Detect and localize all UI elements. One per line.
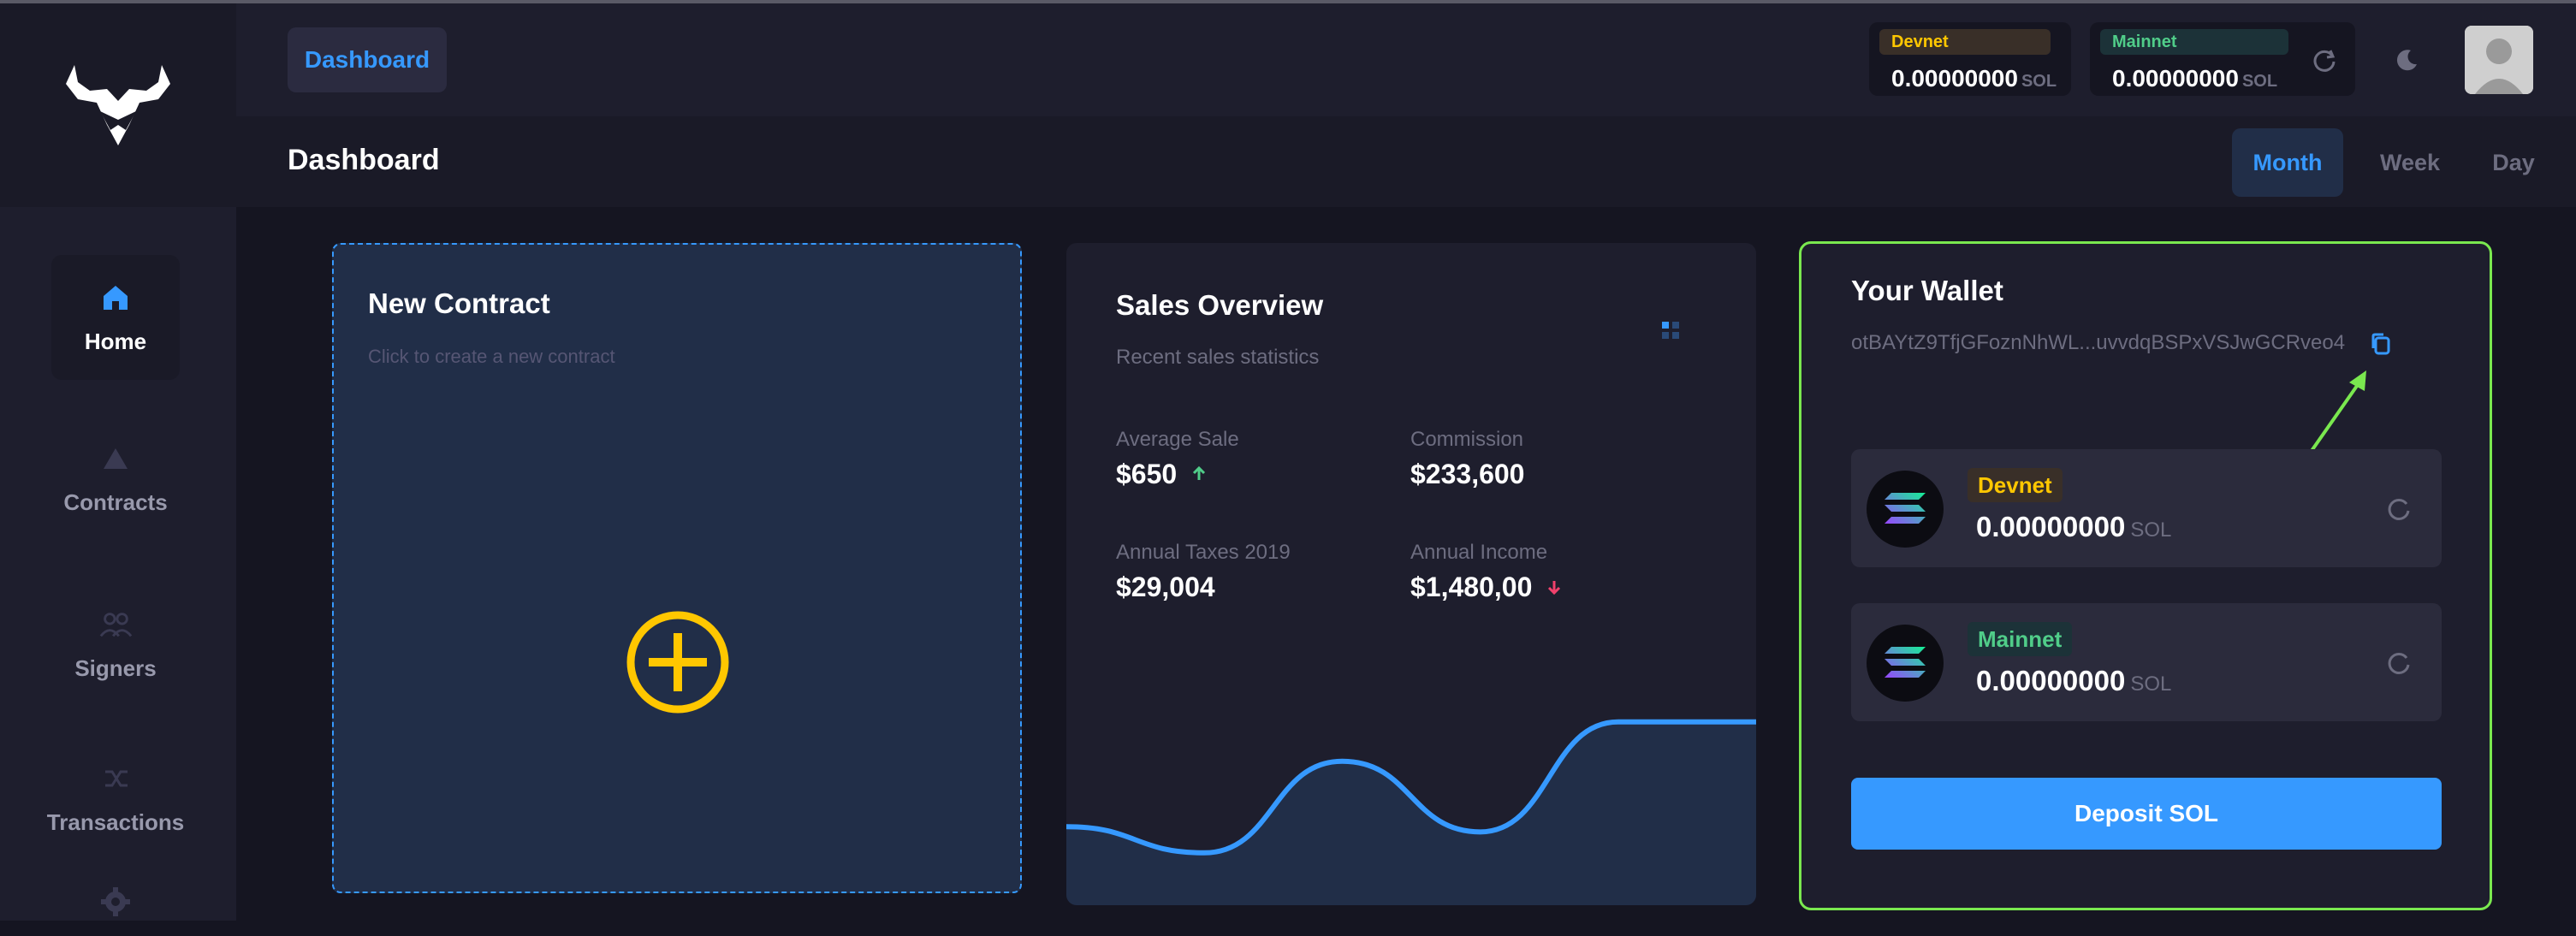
wallet-devnet-value: 0.00000000	[1976, 511, 2126, 542]
bull-logo-icon	[66, 65, 170, 145]
devnet-balance-value: 0.00000000	[1891, 65, 2018, 92]
refresh-icon[interactable]	[2309, 44, 2340, 75]
sidebar-item-signers[interactable]: Signers	[51, 582, 180, 707]
triangle-icon	[98, 441, 133, 476]
dashboard-breadcrumb-button[interactable]: Dashboard	[288, 27, 447, 92]
sidebar-item-label: Signers	[74, 655, 157, 681]
solana-icon	[1867, 625, 1944, 702]
stat-value: $233,600	[1410, 459, 1525, 489]
devnet-balance-box: Devnet 0.00000000 SOL	[1869, 22, 2071, 96]
copy-icon[interactable]	[2368, 331, 2394, 361]
gear-icon	[98, 885, 133, 919]
stat-value: $29,004	[1116, 572, 1215, 602]
solana-icon	[1867, 471, 1944, 548]
new-contract-card[interactable]: New Contract Click to create a new contr…	[332, 243, 1022, 893]
page-toolbar: Dashboard Month Week Day	[236, 116, 2576, 207]
devnet-balance: 0.00000000 SOL	[1891, 65, 2057, 92]
arrow-down-icon	[1548, 581, 1561, 595]
top-header: Dashboard Devnet 0.00000000 SOL Mainnet 0…	[236, 3, 2576, 116]
stat-label: Annual Taxes 2019	[1116, 541, 1291, 564]
wallet-devnet-row: Devnet 0.00000000 SOL	[1851, 449, 2442, 567]
plus-circle-icon[interactable]	[625, 609, 731, 715]
user-avatar-icon	[2465, 26, 2533, 94]
grid-menu-icon[interactable]	[1660, 320, 1681, 345]
wallet-title: Your Wallet	[1851, 275, 2003, 306]
sales-overview-card: Sales Overview Recent sales statistics A…	[1066, 243, 1756, 905]
new-contract-title: New Contract	[368, 287, 550, 319]
sidebar-item-transactions[interactable]: Transactions	[47, 736, 184, 861]
sidebar-item-home[interactable]: Home	[51, 255, 180, 380]
sales-chart-area	[1066, 721, 1756, 905]
stat-label: Annual Income	[1410, 541, 1548, 564]
wallet-mainnet-row: Mainnet 0.00000000 SOL	[1851, 603, 2442, 721]
sales-overview-title: Sales Overview	[1116, 289, 1324, 321]
sales-overview-subtitle: Recent sales statistics	[1116, 346, 1320, 369]
mainnet-balance-unit: SOL	[2241, 72, 2278, 91]
avatar[interactable]	[2465, 26, 2533, 94]
mainnet-badge: Mainnet	[2100, 29, 2288, 55]
stat-value: $650	[1116, 459, 1208, 490]
mainnet-balance: 0.00000000 SOL	[2112, 65, 2277, 92]
tab-month[interactable]: Month	[2232, 128, 2343, 197]
new-contract-subtitle: Click to create a new contract	[368, 346, 615, 367]
wallet-devnet-badge: Devnet	[1968, 468, 2063, 502]
mainnet-balance-value: 0.00000000	[2112, 65, 2239, 92]
arrow-up-icon	[1193, 465, 1206, 480]
moon-icon[interactable]	[2391, 44, 2422, 75]
sidebar: Home Contracts Signers Transactions	[0, 3, 236, 921]
wallet-mainnet-unit: SOL	[2130, 672, 2172, 696]
stat-label: Commission	[1410, 428, 1524, 451]
tab-week[interactable]: Week	[2359, 128, 2461, 197]
shuffle-icon	[98, 761, 133, 796]
stat-label: Average Sale	[1116, 428, 1239, 451]
wallet-mainnet-badge: Mainnet	[1968, 622, 2073, 656]
stat-value-text: $1,480,00	[1410, 572, 1533, 602]
deposit-sol-button[interactable]: Deposit SOL	[1851, 778, 2442, 850]
sidebar-item-contracts[interactable]: Contracts	[51, 416, 180, 541]
wallet-devnet-balance: 0.00000000 SOL	[1976, 511, 2171, 543]
stat-value-text: $650	[1116, 459, 1178, 489]
wallet-mainnet-value: 0.00000000	[1976, 665, 2126, 696]
mainnet-balance-box: Mainnet 0.00000000 SOL	[2090, 22, 2355, 96]
wallet-mainnet-balance: 0.00000000 SOL	[1976, 665, 2171, 697]
page-title: Dashboard	[288, 144, 440, 176]
sidebar-item-label: Contracts	[63, 489, 168, 515]
tab-day[interactable]: Day	[2466, 128, 2561, 197]
home-icon	[98, 281, 133, 315]
sidebar-item-label: Transactions	[46, 809, 185, 835]
wallet-devnet-unit: SOL	[2130, 518, 2172, 542]
refresh-icon[interactable]	[2385, 649, 2413, 677]
logo[interactable]	[0, 3, 236, 207]
devnet-balance-unit: SOL	[2021, 72, 2057, 91]
devnet-badge: Devnet	[1879, 29, 2051, 55]
refresh-icon[interactable]	[2385, 495, 2413, 523]
stat-value: $1,480,00	[1410, 572, 1564, 603]
wallet-address: otBAYtZ9TfjGFoznNhWL...uvvdqBSPxVSJwGCRv…	[1851, 331, 2346, 354]
users-icon	[98, 607, 133, 642]
sidebar-item-settings[interactable]	[51, 885, 180, 936]
sales-chart	[1066, 719, 1756, 905]
wallet-card: Your Wallet otBAYtZ9TfjGFoznNhWL...uvvdq…	[1799, 241, 2492, 910]
sidebar-item-label: Home	[84, 328, 147, 354]
